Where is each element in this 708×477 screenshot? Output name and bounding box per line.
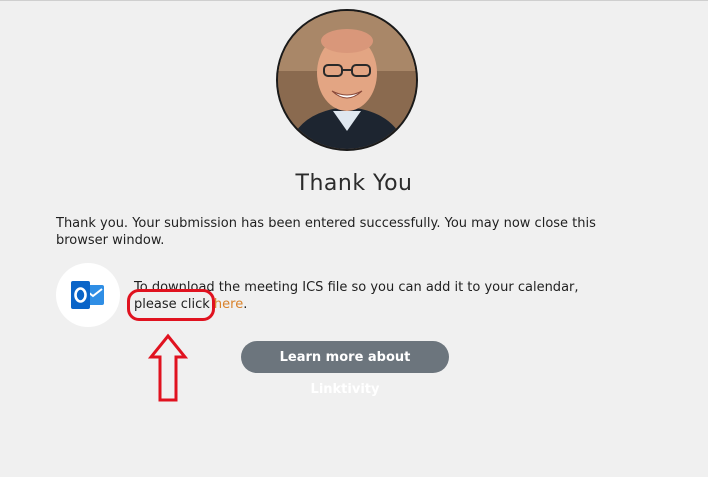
outlook-icon-container (56, 263, 120, 327)
highlight-annotation (127, 289, 215, 321)
success-message: Thank you. Your submission has been ente… (56, 216, 596, 248)
learn-more-button[interactable]: Learn more about Linktivity (241, 341, 449, 397)
ics-download-link[interactable]: here (214, 297, 243, 312)
outlook-icon (71, 281, 104, 309)
up-arrow-annotation (148, 333, 188, 402)
profile-photo-image (278, 11, 416, 149)
page-title: Thank You (295, 171, 413, 196)
profile-photo (276, 9, 418, 151)
ics-text-after: . (243, 297, 248, 312)
